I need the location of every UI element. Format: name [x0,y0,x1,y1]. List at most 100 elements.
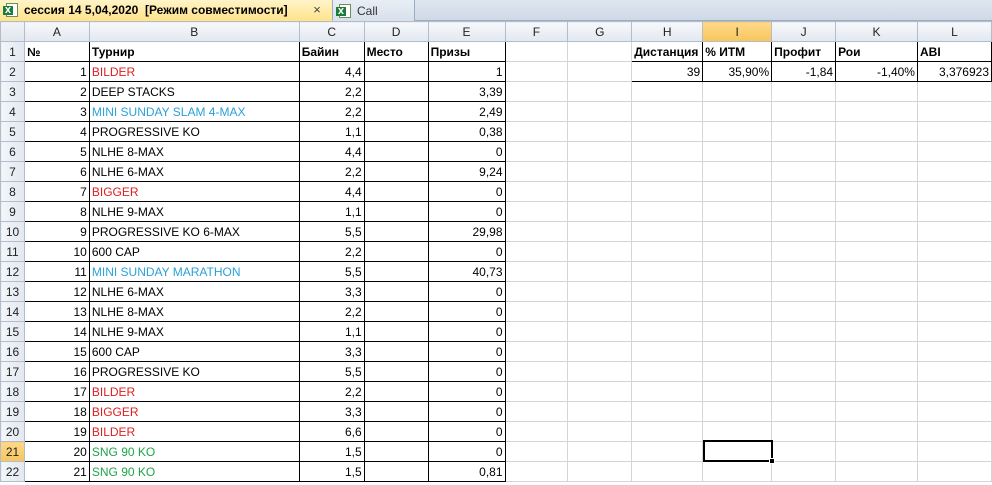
cell-a9[interactable]: 8 [23,201,90,222]
cell-l22[interactable] [916,461,992,482]
cell-i16[interactable] [702,341,773,362]
cell-a8[interactable]: 7 [23,181,90,202]
cell-a12[interactable]: 11 [23,261,90,282]
cell-h20[interactable] [631,421,704,442]
cell-h2[interactable]: 39 [631,61,704,82]
cell-l16[interactable] [916,341,992,362]
row-header-6[interactable]: 6 [0,141,25,162]
cell-g12[interactable] [567,261,633,282]
cell-h9[interactable] [631,201,704,222]
cell-a15[interactable]: 14 [23,321,90,342]
cell-f16[interactable] [504,341,569,362]
cell-k3[interactable] [835,81,918,102]
cell-d16[interactable] [363,341,429,362]
column-header-i[interactable]: I [702,21,773,42]
cell-g2[interactable] [567,61,633,82]
cell-h11[interactable] [631,241,704,262]
cell-d20[interactable] [363,421,429,442]
cell-l18[interactable] [916,381,992,402]
cell-d13[interactable] [363,281,429,302]
cell-l4[interactable] [916,101,992,122]
cell-e20[interactable]: 0 [427,421,506,442]
cell-b16[interactable]: 600 CAP [88,341,300,362]
cell-g1[interactable] [567,41,633,62]
cell-j22[interactable] [771,461,837,482]
cell-g22[interactable] [567,461,633,482]
cell-h3[interactable] [631,81,704,102]
cell-c10[interactable]: 5,5 [298,221,365,242]
cell-h13[interactable] [631,281,704,302]
cell-i4[interactable] [702,101,773,122]
cell-f4[interactable] [504,101,569,122]
cell-b3[interactable]: DEEP STACKS [88,81,300,102]
cell-c3[interactable]: 2,2 [298,81,365,102]
cell-k9[interactable] [835,201,918,222]
cell-g16[interactable] [567,341,633,362]
cell-d9[interactable] [363,201,429,222]
cell-b15[interactable]: NLHE 9-MAX [88,321,300,342]
cell-i1[interactable]: % ИТМ [702,41,773,62]
cell-k8[interactable] [835,181,918,202]
cell-a18[interactable]: 17 [23,381,90,402]
column-header-g[interactable]: G [567,21,633,42]
cell-e22[interactable]: 0,81 [427,461,506,482]
cell-b17[interactable]: PROGRESSIVE KO [88,361,300,382]
cell-f11[interactable] [504,241,569,262]
cell-e6[interactable]: 0 [427,141,506,162]
cell-c2[interactable]: 4,4 [298,61,365,82]
column-header-l[interactable]: L [916,21,992,42]
cell-k15[interactable] [835,321,918,342]
cell-h4[interactable] [631,101,704,122]
cell-k20[interactable] [835,421,918,442]
cell-j12[interactable] [771,261,837,282]
row-header-3[interactable]: 3 [0,81,25,102]
cell-h14[interactable] [631,301,704,322]
cell-d21[interactable] [363,441,429,462]
cell-l1[interactable]: ABI [916,41,992,62]
cell-g17[interactable] [567,361,633,382]
cell-i15[interactable] [702,321,773,342]
cell-f13[interactable] [504,281,569,302]
cell-h10[interactable] [631,221,704,242]
row-header-14[interactable]: 14 [0,301,25,322]
cell-k12[interactable] [835,261,918,282]
row-header-16[interactable]: 16 [0,341,25,362]
select-all-corner[interactable] [0,21,25,42]
cell-b22[interactable]: SNG 90 KO [88,461,300,482]
cell-h5[interactable] [631,121,704,142]
close-icon[interactable]: × [310,3,324,17]
cell-f19[interactable] [504,401,569,422]
tab-active-workbook[interactable]: X сессия 14 5,04,2020 [Режим совместимос… [0,0,333,21]
cell-j11[interactable] [771,241,837,262]
cell-d4[interactable] [363,101,429,122]
cell-e1[interactable]: Призы [427,41,506,62]
cell-d2[interactable] [363,61,429,82]
cell-k17[interactable] [835,361,918,382]
cell-c16[interactable]: 3,3 [298,341,365,362]
row-header-21[interactable]: 21 [0,441,25,462]
cell-d5[interactable] [363,121,429,142]
cell-k5[interactable] [835,121,918,142]
cell-b12[interactable]: MINI SUNDAY MARATHON [88,261,300,282]
row-header-4[interactable]: 4 [0,101,25,122]
cell-d14[interactable] [363,301,429,322]
cell-g3[interactable] [567,81,633,102]
cell-e4[interactable]: 2,49 [427,101,506,122]
cell-g5[interactable] [567,121,633,142]
cell-e15[interactable]: 0 [427,321,506,342]
cell-i19[interactable] [702,401,773,422]
cell-c21[interactable]: 1,5 [298,441,365,462]
cell-b7[interactable]: NLHE 6-MAX [88,161,300,182]
cell-g19[interactable] [567,401,633,422]
cell-c22[interactable]: 1,5 [298,461,365,482]
cell-e16[interactable]: 0 [427,341,506,362]
cell-k7[interactable] [835,161,918,182]
cell-h22[interactable] [631,461,704,482]
cell-l14[interactable] [916,301,992,322]
cell-a5[interactable]: 4 [23,121,90,142]
cell-a4[interactable]: 3 [23,101,90,122]
row-header-17[interactable]: 17 [0,361,25,382]
cell-e19[interactable]: 0 [427,401,506,422]
cell-i17[interactable] [702,361,773,382]
cell-a1[interactable]: № [23,41,90,62]
